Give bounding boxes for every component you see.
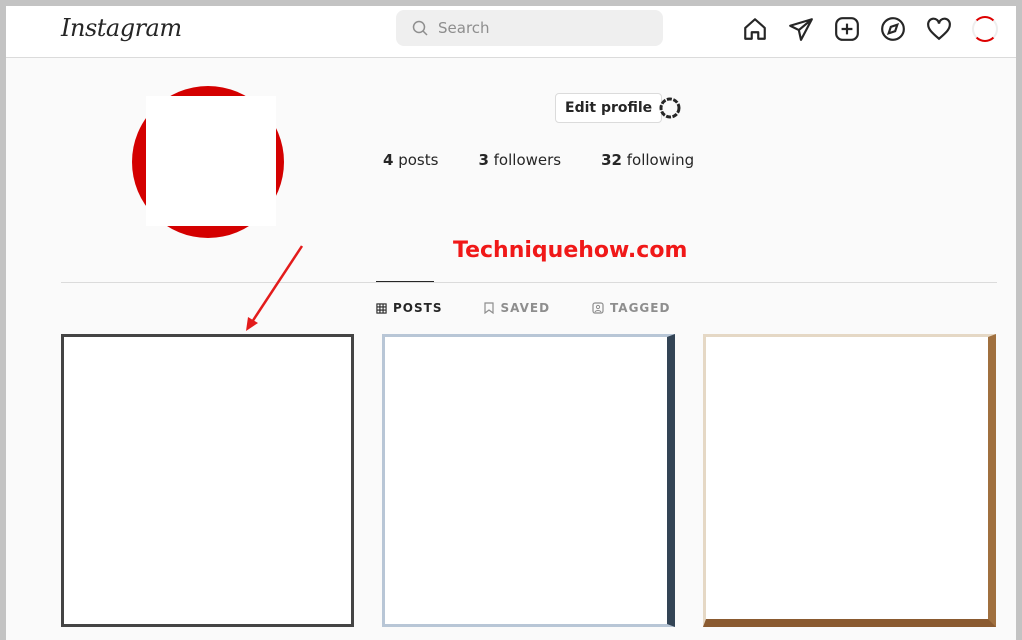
instagram-window: Instagram Search Edit profile 4 posts 3 … [6, 6, 1016, 640]
annotation-arrow [246, 245, 304, 331]
